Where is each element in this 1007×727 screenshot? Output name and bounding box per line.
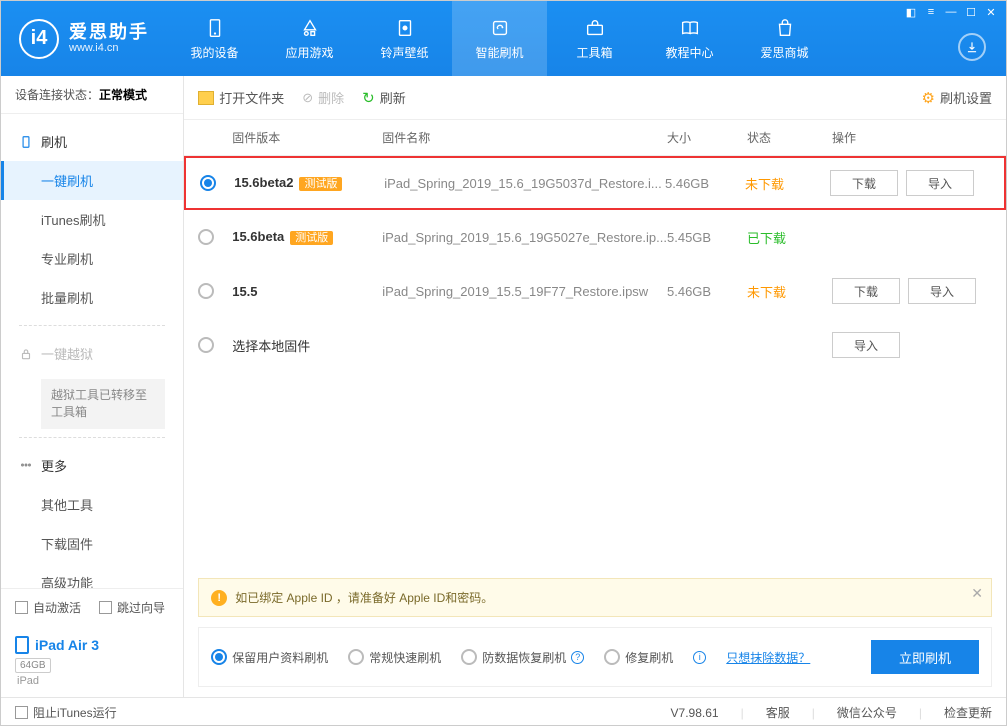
auto-activate-checkbox[interactable]: 自动激活 bbox=[15, 599, 81, 616]
delete-icon: ⊘ bbox=[302, 90, 313, 106]
opt-keep-data[interactable]: 保留用户资料刷机 bbox=[211, 649, 328, 666]
download-button[interactable]: 下载 bbox=[832, 278, 900, 304]
book-icon bbox=[678, 16, 702, 40]
storage-badge: 64GB bbox=[15, 658, 51, 673]
logo: i4 爱思助手 www.i4.cn bbox=[1, 19, 167, 59]
nav-label: 我的设备 bbox=[190, 44, 238, 61]
table-row[interactable]: 15.6beta2测试版 iPad_Spring_2019_15.6_19G50… bbox=[184, 156, 1006, 210]
nav-toolbox[interactable]: 工具箱 bbox=[547, 1, 642, 76]
sidebar-item-pro-flash[interactable]: 专业刷机 bbox=[1, 239, 183, 278]
toolbox-icon bbox=[583, 16, 607, 40]
content-area: 打开文件夹 ⊘ 删除 ↻ 刷新 ⚙ 刷机设置 固件版本 固件名称 大小 状态 操… bbox=[184, 76, 1006, 697]
delete-button[interactable]: ⊘ 删除 bbox=[302, 88, 344, 107]
phone-icon bbox=[203, 16, 227, 40]
sidebar-item-advanced[interactable]: 高级功能 bbox=[1, 563, 183, 588]
table-row[interactable]: 15.6beta测试版 iPad_Spring_2019_15.6_19G502… bbox=[184, 210, 1006, 264]
maximize-icon[interactable]: ☐ bbox=[962, 5, 980, 19]
nav-label: 应用游戏 bbox=[285, 44, 333, 61]
open-folder-button[interactable]: 打开文件夹 bbox=[198, 88, 284, 107]
nav-flash[interactable]: 智能刷机 bbox=[452, 1, 547, 76]
download-button[interactable]: 下载 bbox=[830, 170, 898, 196]
sidebar-item-other-tools[interactable]: 其他工具 bbox=[1, 485, 183, 524]
music-icon bbox=[393, 16, 417, 40]
nav-tutorials[interactable]: 教程中心 bbox=[642, 1, 737, 76]
device-info[interactable]: iPad Air 3 64GB iPad bbox=[1, 626, 183, 697]
row-radio[interactable] bbox=[200, 175, 216, 191]
info-icon[interactable]: ? bbox=[571, 651, 584, 664]
wechat-link[interactable]: 微信公众号 bbox=[837, 704, 897, 721]
block-itunes-checkbox[interactable]: 阻止iTunes运行 bbox=[15, 704, 117, 721]
refresh-button[interactable]: ↻ 刷新 bbox=[362, 88, 406, 107]
warning-icon: ! bbox=[211, 590, 227, 606]
row-radio[interactable] bbox=[198, 337, 214, 353]
window-controls: ◧ ≡ — ☐ ✕ bbox=[902, 5, 1000, 19]
import-button[interactable]: 导入 bbox=[832, 332, 900, 358]
firmware-table: 15.6beta2测试版 iPad_Spring_2019_15.6_19G50… bbox=[184, 156, 1006, 372]
ipad-icon bbox=[15, 636, 29, 654]
table-row[interactable]: 15.5 iPad_Spring_2019_15.5_19F77_Restore… bbox=[184, 264, 1006, 318]
import-button[interactable]: 导入 bbox=[906, 170, 974, 196]
skip-guide-checkbox[interactable]: 跳过向导 bbox=[99, 599, 165, 616]
apps-icon bbox=[298, 16, 322, 40]
nav-label: 爱思商城 bbox=[760, 44, 808, 61]
row-radio[interactable] bbox=[198, 229, 214, 245]
support-link[interactable]: 客服 bbox=[766, 704, 790, 721]
version-label: V7.98.61 bbox=[671, 706, 719, 720]
local-firmware-row[interactable]: 选择本地固件 导入 bbox=[184, 318, 1006, 372]
connection-status: 设备连接状态：正常模式 bbox=[1, 76, 183, 114]
beta-badge: 测试版 bbox=[299, 177, 342, 191]
close-icon[interactable]: ✕ bbox=[982, 5, 1000, 19]
beta-badge: 测试版 bbox=[290, 231, 333, 245]
table-header: 固件版本 固件名称 大小 状态 操作 bbox=[184, 120, 1006, 156]
sidebar-item-itunes-flash[interactable]: iTunes刷机 bbox=[1, 200, 183, 239]
erase-only-link[interactable]: 只想抹除数据？ bbox=[726, 649, 810, 666]
opt-anti-recovery[interactable]: 防数据恢复刷机? bbox=[461, 649, 584, 666]
refresh-icon: ↻ bbox=[362, 89, 375, 107]
jailbreak-note: 越狱工具已转移至工具箱 bbox=[41, 379, 165, 429]
main-nav: 我的设备 应用游戏 铃声壁纸 智能刷机 工具箱 教程中心 爱思商城 bbox=[167, 1, 832, 76]
app-header: i4 爱思助手 www.i4.cn 我的设备 应用游戏 铃声壁纸 智能刷机 工具… bbox=[1, 1, 1006, 76]
apple-id-notice: ! 如已绑定 Apple ID ，请准备好 Apple ID和密码。 ✕ bbox=[198, 578, 992, 617]
check-update-link[interactable]: 检查更新 bbox=[944, 704, 992, 721]
folder-icon bbox=[198, 91, 214, 105]
refresh-icon bbox=[488, 16, 512, 40]
notice-close-icon[interactable]: ✕ bbox=[971, 585, 983, 602]
logo-icon: i4 bbox=[19, 19, 59, 59]
sidebar: 设备连接状态：正常模式 刷机 一键刷机 iTunes刷机 专业刷机 批量刷机 一… bbox=[1, 76, 184, 697]
sidebar-item-download-firmware[interactable]: 下载固件 bbox=[1, 524, 183, 563]
app-title: 爱思助手 bbox=[69, 23, 149, 43]
download-indicator-icon[interactable] bbox=[958, 33, 986, 61]
nav-my-device[interactable]: 我的设备 bbox=[167, 1, 262, 76]
skin-icon[interactable]: ◧ bbox=[902, 5, 920, 19]
sidebar-group-more[interactable]: 更多 bbox=[1, 446, 183, 485]
toolbar: 打开文件夹 ⊘ 删除 ↻ 刷新 ⚙ 刷机设置 bbox=[184, 76, 1006, 120]
sidebar-item-batch-flash[interactable]: 批量刷机 bbox=[1, 278, 183, 317]
minimize-icon[interactable]: — bbox=[942, 5, 960, 19]
nav-ringtones[interactable]: 铃声壁纸 bbox=[357, 1, 452, 76]
flash-now-button[interactable]: 立即刷机 bbox=[871, 640, 979, 674]
bag-icon bbox=[773, 16, 797, 40]
sidebar-group-flash[interactable]: 刷机 bbox=[1, 122, 183, 161]
import-button[interactable]: 导入 bbox=[908, 278, 976, 304]
app-url: www.i4.cn bbox=[69, 42, 149, 54]
footer: 阻止iTunes运行 V7.98.61 | 客服 | 微信公众号 | 检查更新 bbox=[1, 697, 1006, 727]
sidebar-group-jailbreak: 一键越狱 bbox=[1, 334, 183, 373]
flash-settings-button[interactable]: ⚙ 刷机设置 bbox=[922, 88, 992, 107]
nav-apps[interactable]: 应用游戏 bbox=[262, 1, 357, 76]
sidebar-item-oneclick-flash[interactable]: 一键刷机 bbox=[1, 161, 183, 200]
nav-label: 工具箱 bbox=[576, 44, 612, 61]
nav-label: 智能刷机 bbox=[475, 44, 523, 61]
opt-normal-flash[interactable]: 常规快速刷机 bbox=[348, 649, 441, 666]
nav-label: 铃声壁纸 bbox=[380, 44, 428, 61]
row-radio[interactable] bbox=[198, 283, 214, 299]
menu-icon[interactable]: ≡ bbox=[922, 5, 940, 19]
flash-options: 保留用户资料刷机 常规快速刷机 防数据恢复刷机? 修复刷机 i 只想抹除数据？ … bbox=[198, 627, 992, 687]
nav-label: 教程中心 bbox=[665, 44, 713, 61]
info-icon[interactable]: i bbox=[693, 651, 706, 664]
opt-repair-flash[interactable]: 修复刷机 bbox=[604, 649, 673, 666]
nav-store[interactable]: 爱思商城 bbox=[737, 1, 832, 76]
gear-icon: ⚙ bbox=[922, 89, 935, 107]
